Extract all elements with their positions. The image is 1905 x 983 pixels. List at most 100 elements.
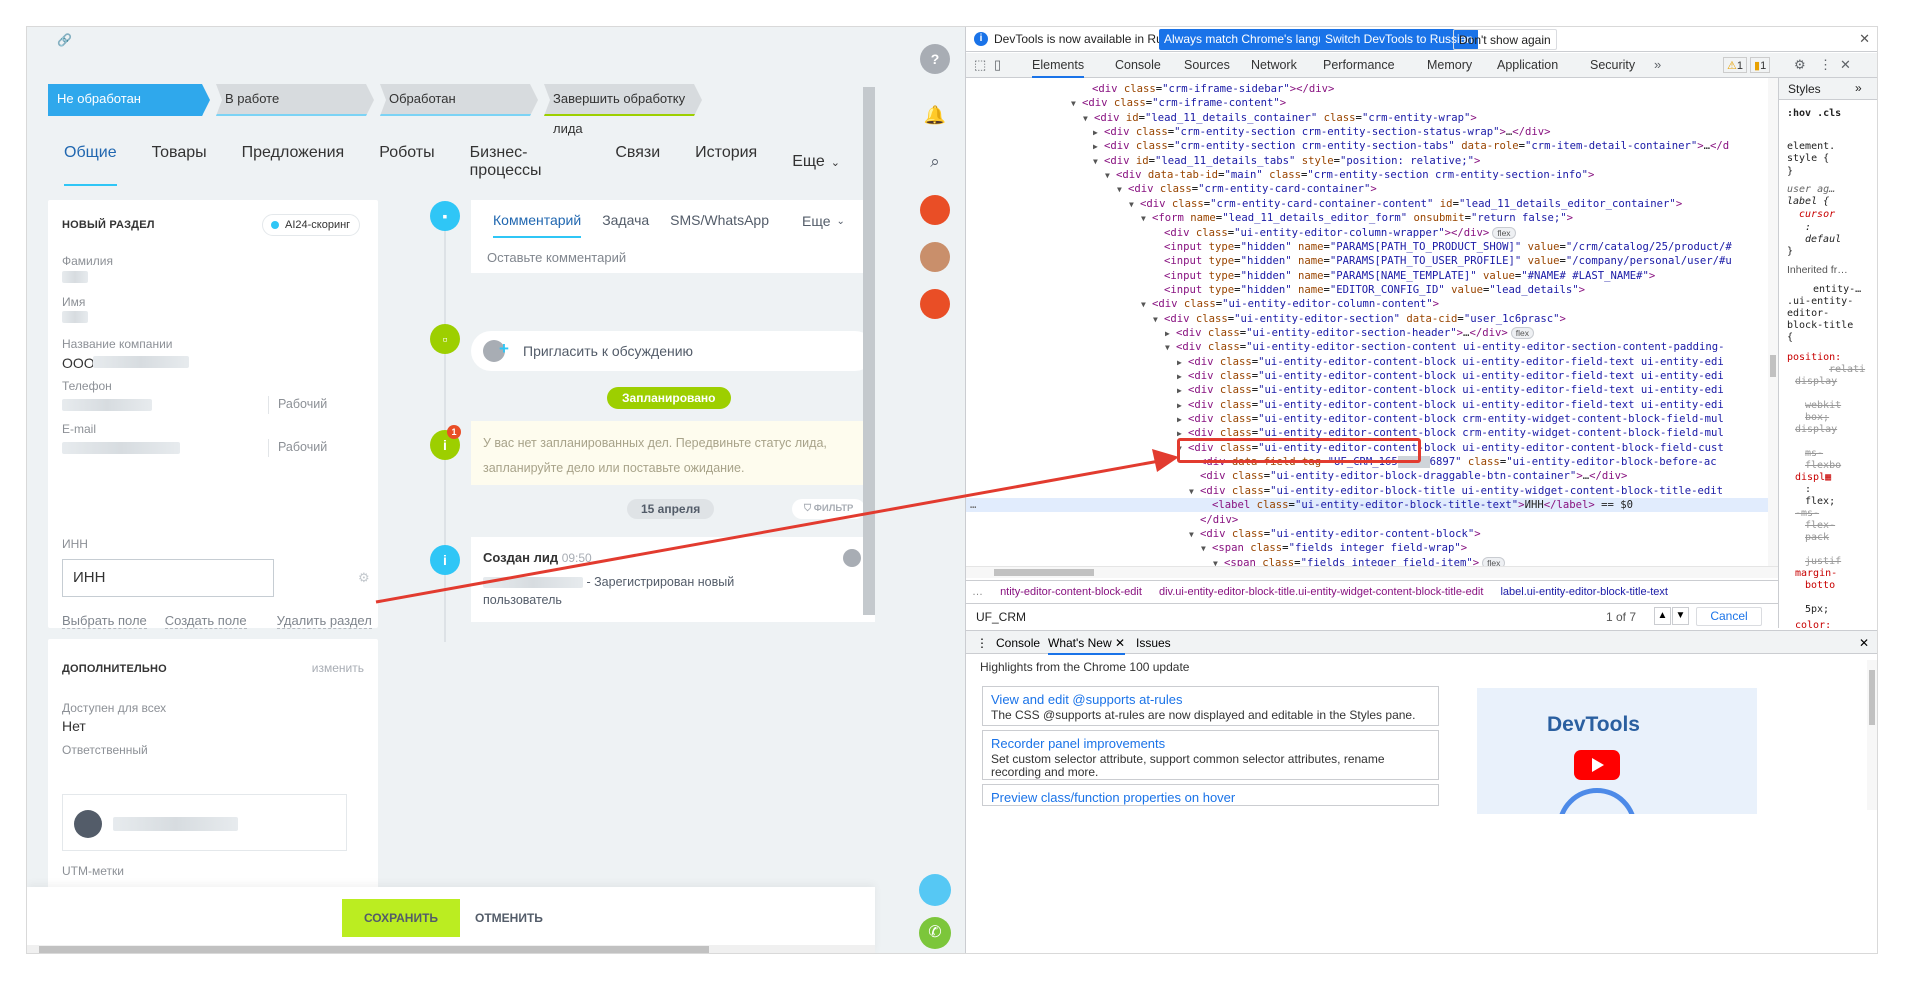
devtools-video-promo[interactable]: DevTools (1477, 688, 1757, 814)
more-tabs-icon[interactable]: » (1855, 81, 1862, 95)
filter-button[interactable]: ⛉ ФИЛЬТР (792, 499, 866, 519)
gear-icon[interactable]: ⚙ (358, 570, 370, 586)
breadcrumb-item[interactable]: div.ui-entity-editor-block-title.ui-enti… (1159, 586, 1483, 598)
bell-icon[interactable]: 🔔 (920, 100, 950, 130)
tab-history[interactable]: История (695, 144, 757, 186)
responsible-name-blurred[interactable] (113, 817, 238, 831)
youtube-play-icon[interactable] (1574, 750, 1620, 780)
tab-elements[interactable]: Elements (1032, 58, 1085, 78)
dom-node[interactable]: <label class="ui-entity-editor-block-tit… (966, 498, 1778, 513)
inspect-icon[interactable]: ⬚ (974, 57, 986, 73)
dom-node[interactable]: <div class="crm-iframe-sidebar"></div> (966, 82, 1778, 96)
tab-sources[interactable]: Sources (1184, 58, 1230, 72)
device-icon[interactable]: ▯ (994, 57, 1001, 73)
drawer-tab-issues[interactable]: Issues (1136, 636, 1171, 650)
dom-node[interactable]: ▼ <div class="ui-entity-editor-section" d… (966, 312, 1778, 326)
open-lines-icon[interactable] (919, 874, 951, 906)
inn-input[interactable]: ИНН (62, 559, 274, 597)
close-icon[interactable]: ✕ (1859, 636, 1869, 650)
tab-links[interactable]: Связи (615, 144, 660, 186)
ai-scoring-badge[interactable]: AI24-скоринг (262, 214, 361, 236)
dom-node[interactable]: ▼ <div class="crm-entity-card-container-c… (966, 197, 1778, 211)
news-item[interactable]: Recorder panel improvements Set custom s… (982, 730, 1439, 780)
kebab-menu-icon[interactable]: ⋮ (976, 636, 988, 650)
dom-scrollbar[interactable] (1768, 78, 1778, 566)
ellipsis-icon[interactable]: … (972, 586, 983, 598)
close-icon[interactable]: ✕ (1840, 57, 1851, 73)
dom-node[interactable]: ▼ <div data-tab-id="main" class="crm-enti… (966, 168, 1778, 182)
save-button[interactable]: СОХРАНИТЬ (342, 899, 460, 937)
dom-node[interactable]: ▼ <div class="ui-entity-editor-block-titl… (966, 484, 1778, 498)
dont-show-button[interactable]: Don't show again (1453, 29, 1557, 50)
next-match-button[interactable]: ▼ (1672, 607, 1689, 625)
breadcrumb-item[interactable]: ntity-editor-content-block-edit (1000, 586, 1142, 598)
search-cancel-button[interactable]: Cancel (1696, 607, 1762, 626)
avatar[interactable] (920, 195, 950, 225)
dom-horizontal-scrollbar[interactable] (966, 566, 1778, 578)
dom-node[interactable]: ▶ <div class="ui-entity-editor-content-bl… (966, 369, 1778, 383)
ellipsis-icon[interactable]: … (970, 498, 976, 512)
scrollbar-thumb[interactable] (1869, 670, 1875, 725)
create-field-link[interactable]: Создать поле (164, 613, 247, 629)
gear-icon[interactable]: ⚙ (1794, 57, 1806, 73)
dom-node[interactable]: ▼ <div class="ui-entity-editor-section-co… (966, 340, 1778, 354)
dom-node[interactable]: ▶ <div class="crm-entity-section crm-enti… (966, 125, 1778, 139)
hov-cls-toggle[interactable]: :hov .cls (1787, 108, 1841, 119)
more-tabs-icon[interactable]: » (1654, 57, 1661, 72)
dom-node[interactable]: ▶ <div class="crm-entity-section crm-enti… (966, 139, 1778, 153)
help-icon[interactable]: ? (920, 44, 950, 74)
prev-match-button[interactable]: ▲ (1654, 607, 1671, 625)
dom-node[interactable]: ▼ <div class="crm-iframe-content"> (966, 96, 1778, 110)
stage-3[interactable]: Обработан (380, 84, 538, 116)
stage-1[interactable]: Не обработан (48, 84, 210, 116)
tab-network[interactable]: Network (1251, 58, 1297, 72)
dom-node[interactable]: <input type="hidden" name="PARAMS[NAME_T… (966, 269, 1778, 283)
tab-application[interactable]: Application (1497, 58, 1558, 72)
dom-node[interactable]: ▼ <div class="ui-entity-editor-column-con… (966, 297, 1778, 311)
dom-node[interactable]: ▼ <div id="lead_11_details_tabs" style="p… (966, 154, 1778, 168)
user-icon[interactable] (843, 549, 861, 567)
dom-node[interactable]: </div> (966, 513, 1778, 527)
tab-comment[interactable]: Комментарий (493, 212, 582, 238)
tab-more[interactable]: Еще ⌄ (802, 212, 845, 238)
responsible-user[interactable] (62, 794, 347, 851)
stage-4[interactable]: Завершить обработку лида (544, 84, 702, 136)
news-title[interactable]: Preview class/function properties on hov… (991, 790, 1235, 805)
kebab-menu-icon[interactable]: ⋮ (1819, 57, 1832, 73)
tab-offers[interactable]: Предложения (242, 144, 345, 186)
issues-badge[interactable]: ▮1 (1750, 57, 1771, 73)
avatar[interactable] (920, 289, 950, 319)
dom-node[interactable]: ▶ <div class="ui-entity-editor-content-bl… (966, 383, 1778, 397)
dom-node[interactable]: ▼ <div id="lead_11_details_container" cla… (966, 111, 1778, 125)
tab-security[interactable]: Security (1590, 58, 1635, 72)
tab-sms[interactable]: SMS/WhatsApp (670, 212, 769, 238)
dom-node[interactable]: <div class="ui-entity-editor-column-wrap… (966, 226, 1778, 240)
tab-general[interactable]: Общие (64, 144, 117, 186)
drawer-scrollbar[interactable] (1867, 660, 1877, 810)
dom-node[interactable]: ▼ <span class="fields integer field-item"… (966, 556, 1778, 566)
dom-node[interactable]: ▶ <div class="ui-entity-editor-content-bl… (966, 398, 1778, 412)
breadcrumb-item[interactable]: label.ui-entity-editor-block-title-text (1500, 586, 1668, 598)
tab-performance[interactable]: Performance (1323, 58, 1395, 72)
first-name-value-blurred[interactable] (62, 311, 88, 323)
change-link[interactable]: изменить (312, 661, 364, 675)
dom-node[interactable]: ▼ <form name="lead_11_details_editor_form… (966, 211, 1778, 225)
dom-node[interactable]: ▶ <div class="ui-entity-editor-content-bl… (966, 412, 1778, 426)
tab-styles[interactable]: Styles (1788, 82, 1821, 96)
news-title[interactable]: View and edit @supports at-rules (991, 692, 1182, 707)
scrollbar[interactable] (863, 87, 875, 615)
dom-node[interactable]: <input type="hidden" name="EDITOR_CONFIG… (966, 283, 1778, 297)
invite-discussion[interactable]: + Пригласить к обсуждению (471, 331, 875, 371)
tab-memory[interactable]: Memory (1427, 58, 1472, 72)
tab-task[interactable]: Задача (602, 212, 649, 238)
news-item[interactable]: Preview class/function properties on hov… (982, 784, 1439, 806)
dom-node[interactable]: <div class="ui-entity-editor-block-dragg… (966, 469, 1778, 483)
last-name-value-blurred[interactable] (62, 271, 88, 283)
email-value-blurred[interactable] (62, 442, 180, 454)
dom-node[interactable]: ▼ <span class="fields integer field-wrap"… (966, 541, 1778, 555)
scrollbar-thumb[interactable] (39, 946, 709, 953)
tab-more[interactable]: Еще ⌄ (792, 144, 840, 186)
scrollbar-thumb[interactable] (994, 569, 1094, 576)
news-title[interactable]: Recorder panel improvements (991, 736, 1165, 751)
phone-value-blurred[interactable] (62, 399, 152, 411)
